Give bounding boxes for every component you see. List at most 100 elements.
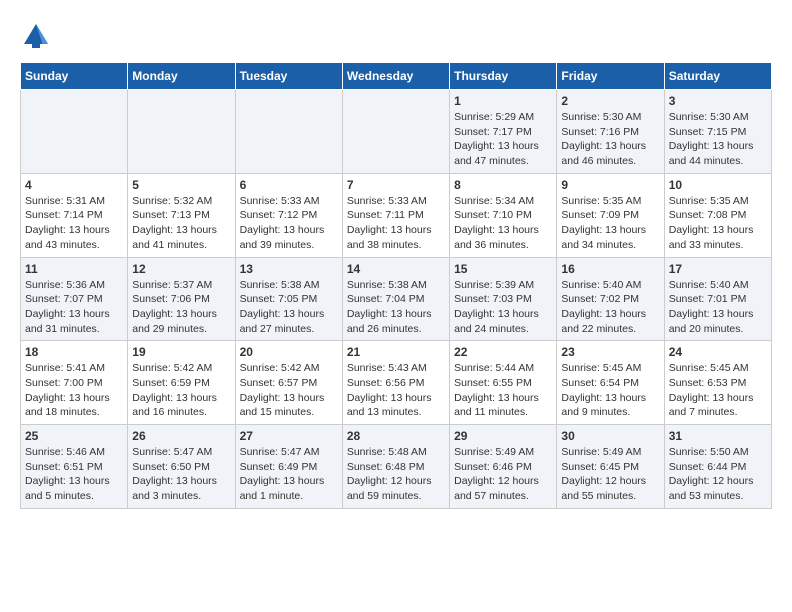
calendar-cell: 1 Sunrise: 5:29 AM Sunset: 7:17 PM Daylig…: [450, 90, 557, 174]
day-info: Sunrise: 5:32 AM Sunset: 7:13 PM Dayligh…: [132, 194, 230, 253]
calendar-cell: 23 Sunrise: 5:45 AM Sunset: 6:54 PM Dayli…: [557, 341, 664, 425]
day-number: 22: [454, 345, 552, 359]
day-info: Sunrise: 5:50 AM Sunset: 6:44 PM Dayligh…: [669, 445, 767, 504]
calendar-cell: 28 Sunrise: 5:48 AM Sunset: 6:48 PM Dayli…: [342, 425, 449, 509]
day-number: 12: [132, 262, 230, 276]
day-number: 27: [240, 429, 338, 443]
weekday-header-saturday: Saturday: [664, 63, 771, 90]
day-number: 19: [132, 345, 230, 359]
day-number: 6: [240, 178, 338, 192]
day-info: Sunrise: 5:33 AM Sunset: 7:12 PM Dayligh…: [240, 194, 338, 253]
day-info: Sunrise: 5:45 AM Sunset: 6:53 PM Dayligh…: [669, 361, 767, 420]
calendar-cell: [128, 90, 235, 174]
calendar-cell: 30Sunrise: 5:49 AM Sunset: 6:45 PM Dayli…: [557, 425, 664, 509]
day-info: Sunrise: 5:47 AM Sunset: 6:49 PM Dayligh…: [240, 445, 338, 504]
day-number: 10: [669, 178, 767, 192]
weekday-header-sunday: Sunday: [21, 63, 128, 90]
day-info: Sunrise: 5:31 AM Sunset: 7:14 PM Dayligh…: [25, 194, 123, 253]
day-number: 28: [347, 429, 445, 443]
week-row-5: 25 Sunrise: 5:46 AM Sunset: 6:51 PM Dayli…: [21, 425, 772, 509]
day-number: 3: [669, 94, 767, 108]
day-number: 31: [669, 429, 767, 443]
weekday-header-wednesday: Wednesday: [342, 63, 449, 90]
calendar-cell: 9 Sunrise: 5:35 AM Sunset: 7:09 PM Daylig…: [557, 173, 664, 257]
week-row-4: 18 Sunrise: 5:41 AM Sunset: 7:00 PM Dayli…: [21, 341, 772, 425]
day-number: 23: [561, 345, 659, 359]
day-number: 1: [454, 94, 552, 108]
calendar-cell: 13 Sunrise: 5:38 AM Sunset: 7:05 PM Dayli…: [235, 257, 342, 341]
weekday-header-monday: Monday: [128, 63, 235, 90]
page-header: [20, 20, 772, 52]
day-number: 4: [25, 178, 123, 192]
day-info: Sunrise: 5:34 AM Sunset: 7:10 PM Dayligh…: [454, 194, 552, 253]
day-info: Sunrise: 5:38 AM Sunset: 7:05 PM Dayligh…: [240, 278, 338, 337]
calendar-cell: 29 Sunrise: 5:49 AM Sunset: 6:46 PM Dayli…: [450, 425, 557, 509]
week-row-3: 11Sunrise: 5:36 AM Sunset: 7:07 PM Dayli…: [21, 257, 772, 341]
day-info: Sunrise: 5:38 AM Sunset: 7:04 PM Dayligh…: [347, 278, 445, 337]
day-number: 11: [25, 262, 123, 276]
calendar-cell: 17Sunrise: 5:40 AM Sunset: 7:01 PM Dayli…: [664, 257, 771, 341]
day-number: 20: [240, 345, 338, 359]
day-info: Sunrise: 5:35 AM Sunset: 7:09 PM Dayligh…: [561, 194, 659, 253]
day-number: 16: [561, 262, 659, 276]
weekday-header-tuesday: Tuesday: [235, 63, 342, 90]
day-info: Sunrise: 5:33 AM Sunset: 7:11 PM Dayligh…: [347, 194, 445, 253]
calendar-cell: 22 Sunrise: 5:44 AM Sunset: 6:55 PM Dayli…: [450, 341, 557, 425]
day-number: 18: [25, 345, 123, 359]
week-row-2: 4 Sunrise: 5:31 AM Sunset: 7:14 PM Daylig…: [21, 173, 772, 257]
day-number: 7: [347, 178, 445, 192]
day-info: Sunrise: 5:43 AM Sunset: 6:56 PM Dayligh…: [347, 361, 445, 420]
calendar-cell: 21Sunrise: 5:43 AM Sunset: 6:56 PM Dayli…: [342, 341, 449, 425]
day-number: 26: [132, 429, 230, 443]
calendar-cell: 31 Sunrise: 5:50 AM Sunset: 6:44 PM Dayli…: [664, 425, 771, 509]
day-info: Sunrise: 5:39 AM Sunset: 7:03 PM Dayligh…: [454, 278, 552, 337]
day-number: 15: [454, 262, 552, 276]
calendar-cell: [21, 90, 128, 174]
calendar-cell: 19 Sunrise: 5:42 AM Sunset: 6:59 PM Dayli…: [128, 341, 235, 425]
calendar-cell: 14 Sunrise: 5:38 AM Sunset: 7:04 PM Dayli…: [342, 257, 449, 341]
day-number: 30: [561, 429, 659, 443]
day-number: 25: [25, 429, 123, 443]
day-number: 8: [454, 178, 552, 192]
calendar-cell: 20 Sunrise: 5:42 AM Sunset: 6:57 PM Dayli…: [235, 341, 342, 425]
calendar-cell: 24 Sunrise: 5:45 AM Sunset: 6:53 PM Dayli…: [664, 341, 771, 425]
calendar-cell: 6 Sunrise: 5:33 AM Sunset: 7:12 PM Daylig…: [235, 173, 342, 257]
week-row-1: 1 Sunrise: 5:29 AM Sunset: 7:17 PM Daylig…: [21, 90, 772, 174]
day-info: Sunrise: 5:42 AM Sunset: 6:59 PM Dayligh…: [132, 361, 230, 420]
calendar-cell: 8 Sunrise: 5:34 AM Sunset: 7:10 PM Daylig…: [450, 173, 557, 257]
day-info: Sunrise: 5:42 AM Sunset: 6:57 PM Dayligh…: [240, 361, 338, 420]
day-info: Sunrise: 5:47 AM Sunset: 6:50 PM Dayligh…: [132, 445, 230, 504]
calendar-cell: 18 Sunrise: 5:41 AM Sunset: 7:00 PM Dayli…: [21, 341, 128, 425]
day-info: Sunrise: 5:44 AM Sunset: 6:55 PM Dayligh…: [454, 361, 552, 420]
day-info: Sunrise: 5:45 AM Sunset: 6:54 PM Dayligh…: [561, 361, 659, 420]
day-number: 13: [240, 262, 338, 276]
day-number: 14: [347, 262, 445, 276]
calendar-cell: 12 Sunrise: 5:37 AM Sunset: 7:06 PM Dayli…: [128, 257, 235, 341]
day-number: 17: [669, 262, 767, 276]
calendar-cell: 26 Sunrise: 5:47 AM Sunset: 6:50 PM Dayli…: [128, 425, 235, 509]
calendar-cell: 7 Sunrise: 5:33 AM Sunset: 7:11 PM Daylig…: [342, 173, 449, 257]
day-info: Sunrise: 5:48 AM Sunset: 6:48 PM Dayligh…: [347, 445, 445, 504]
calendar-cell: 15 Sunrise: 5:39 AM Sunset: 7:03 PM Dayli…: [450, 257, 557, 341]
weekday-header-friday: Friday: [557, 63, 664, 90]
calendar-table: SundayMondayTuesdayWednesdayThursdayFrid…: [20, 62, 772, 509]
day-info: Sunrise: 5:46 AM Sunset: 6:51 PM Dayligh…: [25, 445, 123, 504]
day-number: 24: [669, 345, 767, 359]
logo-icon: [20, 20, 52, 52]
day-info: Sunrise: 5:30 AM Sunset: 7:16 PM Dayligh…: [561, 110, 659, 169]
day-info: Sunrise: 5:41 AM Sunset: 7:00 PM Dayligh…: [25, 361, 123, 420]
day-info: Sunrise: 5:29 AM Sunset: 7:17 PM Dayligh…: [454, 110, 552, 169]
day-info: Sunrise: 5:37 AM Sunset: 7:06 PM Dayligh…: [132, 278, 230, 337]
weekday-header-thursday: Thursday: [450, 63, 557, 90]
day-number: 2: [561, 94, 659, 108]
day-info: Sunrise: 5:49 AM Sunset: 6:46 PM Dayligh…: [454, 445, 552, 504]
day-info: Sunrise: 5:40 AM Sunset: 7:02 PM Dayligh…: [561, 278, 659, 337]
weekday-header-row: SundayMondayTuesdayWednesdayThursdayFrid…: [21, 63, 772, 90]
day-number: 29: [454, 429, 552, 443]
calendar-cell: 5Sunrise: 5:32 AM Sunset: 7:13 PM Daylig…: [128, 173, 235, 257]
calendar-cell: 4 Sunrise: 5:31 AM Sunset: 7:14 PM Daylig…: [21, 173, 128, 257]
day-number: 9: [561, 178, 659, 192]
calendar-cell: 10Sunrise: 5:35 AM Sunset: 7:08 PM Dayli…: [664, 173, 771, 257]
day-info: Sunrise: 5:30 AM Sunset: 7:15 PM Dayligh…: [669, 110, 767, 169]
logo: [20, 20, 56, 52]
